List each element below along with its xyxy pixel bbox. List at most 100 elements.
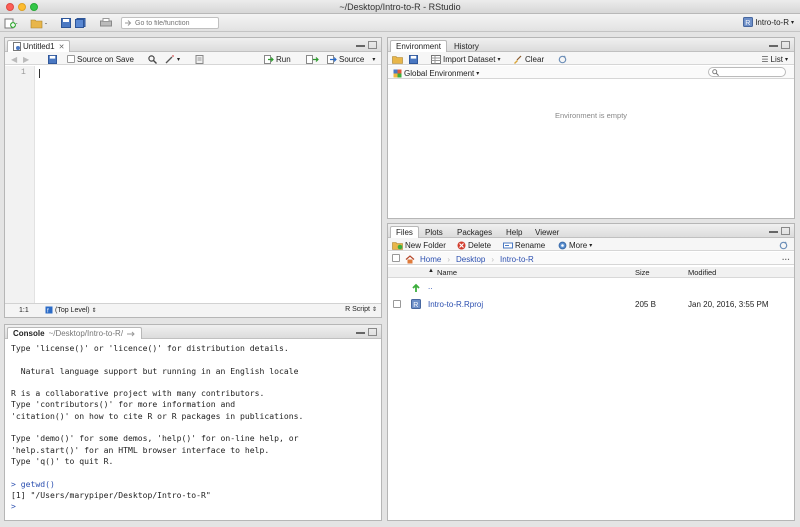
breadcrumb-desktop[interactable]: Desktop xyxy=(456,255,485,264)
table-icon xyxy=(431,54,441,64)
source-toolbar: ◀ ▶ Source on Save ▾ Run Source ▾ xyxy=(5,52,381,65)
maximize-pane-icon[interactable] xyxy=(368,328,377,336)
file-type-selector[interactable]: R Script ⇕ xyxy=(345,306,377,313)
save-workspace-button[interactable] xyxy=(409,54,418,64)
file-checkbox[interactable] xyxy=(393,300,401,308)
scope-selector[interactable]: f (Top Level) ⇕ xyxy=(45,306,97,314)
open-folder-icon xyxy=(30,19,47,28)
more-button[interactable]: More ▾ xyxy=(558,240,592,250)
import-dataset-label: Import Dataset xyxy=(443,54,496,64)
refresh-environment-button[interactable] xyxy=(558,54,567,64)
close-tab-icon[interactable]: ✕ xyxy=(59,43,65,51)
notebook-icon xyxy=(195,54,204,64)
go-to-file-input[interactable] xyxy=(135,19,215,27)
tab-history[interactable]: History xyxy=(448,40,485,52)
tab-history-label: History xyxy=(454,42,479,51)
list-icon: ☰ xyxy=(761,54,769,64)
forward-arrow-icon[interactable]: ▶ xyxy=(23,54,29,64)
rename-label: Rename xyxy=(515,240,546,250)
files-toolbar: New Folder Delete Rename More ▾ xyxy=(388,238,794,251)
home-icon[interactable] xyxy=(405,254,415,264)
save-icon xyxy=(48,54,57,64)
tab-help[interactable]: Help xyxy=(500,226,528,238)
code-tools-button[interactable]: ▾ xyxy=(165,54,180,64)
parent-directory-row[interactable]: .. xyxy=(388,280,794,296)
import-dataset-button[interactable]: Import Dataset ▾ xyxy=(431,54,500,64)
table-row[interactable]: R Intro-to-R.Rproj 205 B Jan 20, 2016, 3… xyxy=(388,296,794,312)
rerun-button[interactable] xyxy=(306,54,320,64)
source-button[interactable]: Source ▾ xyxy=(327,54,375,64)
more-options-icon[interactable]: ··· xyxy=(782,254,790,264)
run-button[interactable]: Run xyxy=(264,54,291,64)
project-menu-button[interactable]: R Intro-to-R ▾ xyxy=(743,17,794,27)
tab-environment[interactable]: Environment xyxy=(390,40,447,52)
open-file-button[interactable] xyxy=(30,17,50,29)
console-line: Type 'contributors()' for more informati… xyxy=(11,399,236,410)
rename-button[interactable]: Rename xyxy=(503,240,545,250)
new-folder-label: New Folder xyxy=(405,240,446,250)
function-scope-icon: f xyxy=(45,306,53,314)
minimize-pane-icon[interactable] xyxy=(356,41,365,47)
column-header-modified[interactable]: Modified xyxy=(688,268,716,277)
cursor-position: 1:1 xyxy=(19,307,29,314)
maximize-pane-icon[interactable] xyxy=(781,227,790,235)
search-icon xyxy=(148,54,157,64)
updown-icon: ⇕ xyxy=(91,307,97,314)
delete-button[interactable]: Delete xyxy=(457,240,491,250)
source-on-save-toggle[interactable]: Source on Save xyxy=(67,54,134,64)
compile-report-button[interactable] xyxy=(195,54,204,64)
new-folder-icon xyxy=(392,241,403,250)
tab-files[interactable]: Files xyxy=(390,226,419,238)
save-button[interactable] xyxy=(61,17,71,29)
tab-untitled1[interactable]: Untitled1 ✕ xyxy=(7,40,71,52)
svg-text:R: R xyxy=(745,20,750,27)
text-cursor xyxy=(39,69,40,78)
environment-search-input[interactable] xyxy=(708,67,786,77)
save-icon xyxy=(61,18,71,28)
wand-icon xyxy=(165,55,174,63)
tab-console[interactable]: Console ~/Desktop/Intro-to-R/ xyxy=(7,327,143,339)
minimize-pane-icon[interactable] xyxy=(356,328,365,334)
parent-directory-link[interactable]: .. xyxy=(428,282,432,291)
minimize-pane-icon[interactable] xyxy=(769,227,778,233)
list-label: List xyxy=(770,54,783,64)
minimize-pane-icon[interactable] xyxy=(769,41,778,47)
back-arrow-icon[interactable]: ◀ xyxy=(11,54,17,64)
code-editor[interactable]: 1 xyxy=(5,66,381,303)
chevron-down-icon[interactable]: ▾ xyxy=(372,56,375,63)
clear-workspace-button[interactable]: Clear xyxy=(513,54,544,64)
select-all-checkbox[interactable] xyxy=(392,254,400,262)
print-button[interactable] xyxy=(100,17,112,29)
tab-viewer[interactable]: Viewer xyxy=(529,226,565,238)
global-environment-selector[interactable]: Global Environment ▾ xyxy=(393,68,479,78)
maximize-pane-icon[interactable] xyxy=(781,41,790,49)
tab-help-label: Help xyxy=(506,228,523,237)
console-line: Natural language support but running in … xyxy=(11,365,299,376)
console-input-line[interactable]: > xyxy=(11,501,375,512)
load-workspace-button[interactable] xyxy=(392,54,403,64)
refresh-files-button[interactable] xyxy=(779,240,788,250)
list-view-selector[interactable]: ☰ List ▾ xyxy=(761,54,788,64)
go-to-file-field[interactable] xyxy=(121,17,219,29)
tab-packages-label: Packages xyxy=(457,228,493,237)
find-replace-button[interactable] xyxy=(148,54,157,64)
goto-directory-icon[interactable] xyxy=(126,330,136,338)
tab-packages[interactable]: Packages xyxy=(451,226,498,238)
tab-plots[interactable]: Plots xyxy=(419,226,449,238)
tab-environment-label: Environment xyxy=(396,42,441,51)
breadcrumb-home[interactable]: Home xyxy=(420,255,441,264)
source-on-save-checkbox[interactable] xyxy=(67,55,75,63)
save-source-button[interactable] xyxy=(48,54,57,64)
breadcrumb-intro-to-r[interactable]: Intro-to-R xyxy=(500,255,534,264)
line-number: 1 xyxy=(21,68,26,77)
save-all-button[interactable] xyxy=(75,17,86,29)
column-header-size[interactable]: Size xyxy=(635,268,650,277)
console-output[interactable]: Type 'license()' or 'licence()' for dist… xyxy=(5,339,381,520)
new-folder-button[interactable]: New Folder xyxy=(392,240,446,250)
new-file-button[interactable] xyxy=(4,17,18,29)
maximize-pane-icon[interactable] xyxy=(368,41,377,49)
more-label: More xyxy=(569,240,588,250)
chevron-down-icon: ▾ xyxy=(476,70,480,77)
column-header-name[interactable]: Name xyxy=(437,268,457,277)
file-name-link[interactable]: Intro-to-R.Rproj xyxy=(428,300,483,309)
